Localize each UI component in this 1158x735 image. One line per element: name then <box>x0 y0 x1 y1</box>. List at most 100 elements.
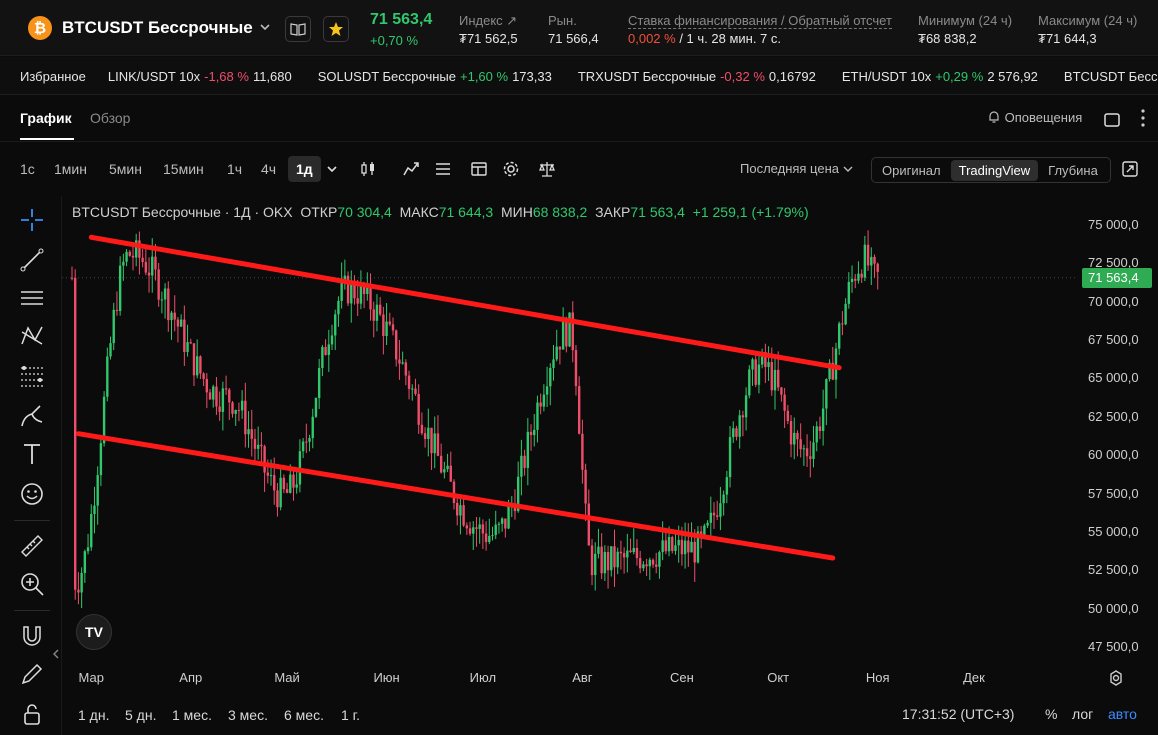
more-vertical-icon[interactable] <box>1140 108 1146 128</box>
tab-chart[interactable]: График <box>20 110 72 126</box>
zoom-tool[interactable] <box>18 570 46 598</box>
range-1y[interactable]: 1 г. <box>341 707 360 723</box>
percent-toggle[interactable]: % <box>1045 706 1057 722</box>
price-type-label: Последняя цена <box>740 161 839 176</box>
clock[interactable]: 17:31:52 (UTC+3) <box>902 706 1014 722</box>
candle-body <box>282 477 286 490</box>
fib-tool[interactable] <box>18 362 46 390</box>
tf-1s[interactable]: 1с <box>20 161 35 177</box>
tf-1d[interactable]: 1д <box>288 156 321 182</box>
candle-body <box>317 368 321 398</box>
candle-body <box>179 319 183 327</box>
collapse-left-icon[interactable] <box>52 648 60 660</box>
pattern-tool[interactable] <box>18 322 46 350</box>
candle-body <box>417 393 420 425</box>
candle-body <box>786 410 790 421</box>
symbol-title[interactable]: BTCUSDT Бессрочные <box>62 18 253 38</box>
list-icon[interactable] <box>434 160 452 178</box>
range-3m[interactable]: 3 мес. <box>228 707 268 723</box>
crosshair-tool[interactable] <box>18 206 46 234</box>
price-chart[interactable] <box>62 196 1078 658</box>
horizontal-lines-tool[interactable] <box>18 284 46 312</box>
index-label[interactable]: Индекс ↗ <box>459 13 517 29</box>
crosshair-icon <box>21 209 43 231</box>
time-tick: Апр <box>179 670 203 685</box>
auto-toggle[interactable]: авто <box>1108 706 1137 722</box>
favorite-item[interactable]: LINK/USDT 10x -1,68 % 11,680 <box>108 69 296 84</box>
favorite-item[interactable]: TRXUSDT Бессрочные -0,32 % 0,16792 <box>578 69 820 84</box>
price-type-select[interactable]: Последняя цена <box>740 161 853 176</box>
candle-body <box>529 431 533 436</box>
zoom-in-icon <box>21 573 44 596</box>
chevron-down-icon[interactable] <box>326 164 338 174</box>
candle-body <box>866 244 870 266</box>
lock-tool[interactable] <box>18 700 46 728</box>
candle-body <box>561 320 565 350</box>
scale-icon[interactable] <box>538 160 556 178</box>
chevron-down-icon[interactable] <box>258 20 272 34</box>
gear-icon[interactable] <box>502 160 520 178</box>
candle-body <box>340 281 343 301</box>
ruler-tool[interactable] <box>18 532 46 560</box>
candle-body <box>475 527 478 529</box>
alerts-button[interactable]: Оповещения <box>987 110 1082 125</box>
range-1m[interactable]: 1 мес. <box>172 707 212 723</box>
favorite-button[interactable] <box>323 16 349 42</box>
candle-body <box>594 553 597 576</box>
candle-body <box>186 342 189 353</box>
candle-body <box>504 518 507 529</box>
tradingview-logo[interactable]: TV <box>76 614 112 650</box>
candle-body <box>157 269 160 300</box>
axis-settings-icon[interactable] <box>1107 669 1125 687</box>
candle-body <box>597 546 600 554</box>
candle-body <box>231 402 234 414</box>
magnet-tool[interactable] <box>18 622 46 650</box>
tf-1m[interactable]: 1мин <box>54 161 87 177</box>
favorite-item[interactable]: BTCUSDT Бессрочные <box>1064 69 1158 84</box>
funding-label[interactable]: Ставка финансирования / Обратный отсчет <box>628 13 892 29</box>
tabs-row: График Обзор Оповещения <box>0 96 1158 142</box>
view-depth[interactable]: Глубина <box>1040 160 1106 181</box>
candle-body <box>263 446 266 473</box>
candle-body <box>269 475 273 477</box>
range-5d[interactable]: 5 дн. <box>125 707 156 723</box>
trendline-tool[interactable] <box>18 246 46 274</box>
tf-4h[interactable]: 4ч <box>261 161 276 177</box>
range-1d[interactable]: 1 дн. <box>78 707 109 723</box>
price-axis[interactable]: 75 000,0 72 500,0 70 000,0 67 500,0 65 000,0… <box>1078 196 1158 658</box>
candle-body <box>465 525 469 529</box>
candle-body <box>606 552 610 571</box>
candle-body <box>154 256 157 270</box>
favorites-bar: Избранное LINK/USDT 10x -1,68 % 11,680 SOLU… <box>0 57 1158 95</box>
chart-area[interactable] <box>62 196 1078 658</box>
candles-layer <box>70 230 879 609</box>
book-icon <box>290 23 306 36</box>
indicators-icon[interactable] <box>402 160 420 178</box>
emoji-tool[interactable] <box>18 480 46 508</box>
fullscreen-icon[interactable] <box>1122 161 1138 177</box>
tf-15m[interactable]: 15мин <box>163 161 204 177</box>
tf-5m[interactable]: 5мин <box>109 161 142 177</box>
tf-1h[interactable]: 1ч <box>227 161 242 177</box>
candle-body <box>83 551 87 573</box>
log-toggle[interactable]: лог <box>1072 706 1093 722</box>
view-tradingview[interactable]: TradingView <box>950 159 1039 181</box>
candles-icon[interactable] <box>359 160 377 178</box>
view-original[interactable]: Оригинал <box>874 160 949 181</box>
layout-icon[interactable] <box>470 160 488 178</box>
window-icon[interactable] <box>1104 113 1120 127</box>
candle-body <box>395 330 398 360</box>
text-tool[interactable] <box>18 440 46 468</box>
candle-body <box>712 512 716 516</box>
brush-tool[interactable] <box>18 402 46 430</box>
book-button[interactable] <box>285 16 311 42</box>
draw-mode-tool[interactable] <box>18 660 46 688</box>
favorite-item[interactable]: SOLUSDT Бессрочные +1,60 % 173,33 <box>318 69 556 84</box>
favorite-item[interactable]: ETH/USDT 10x +0,29 % 2 576,92 <box>842 69 1042 84</box>
time-tick: Ноя <box>865 670 890 685</box>
candle-body <box>533 429 536 436</box>
range-6m[interactable]: 6 мес. <box>284 707 324 723</box>
trendline-icon <box>20 248 44 272</box>
tab-overview[interactable]: Обзор <box>90 110 130 126</box>
time-axis[interactable]: Мар Апр Май Июн Июл Авг Сен Окт Ноя Дек <box>62 660 1078 696</box>
